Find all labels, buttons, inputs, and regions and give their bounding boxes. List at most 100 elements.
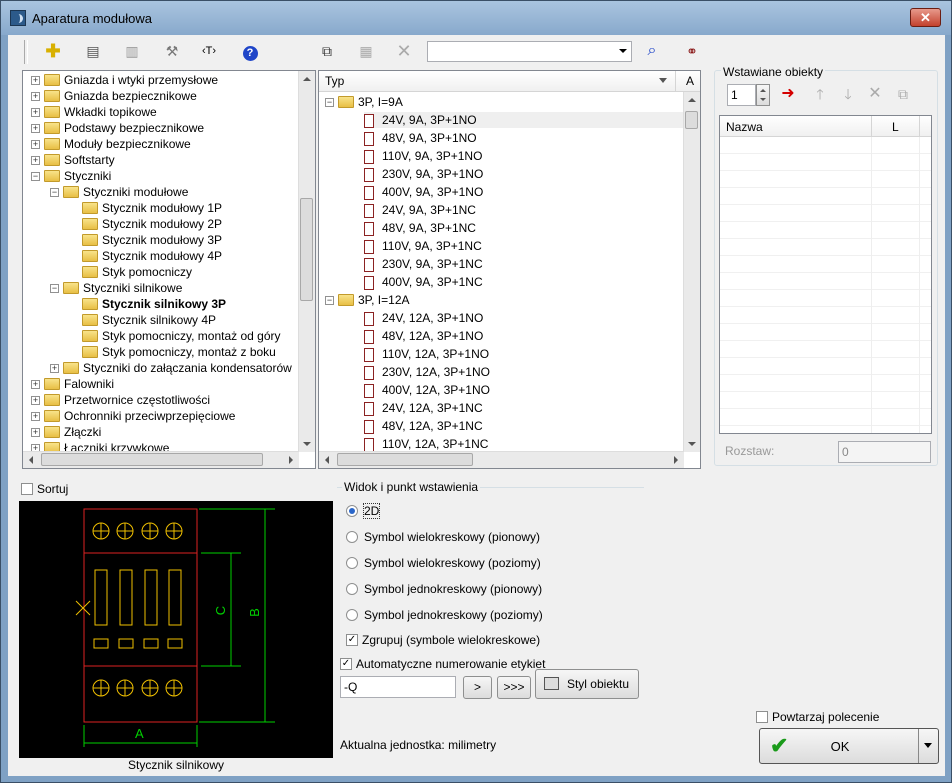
tree-item[interactable]: − Styczniki silnikowe <box>50 280 182 296</box>
view-option-radio[interactable]: 2D <box>346 503 381 519</box>
ok-button[interactable]: ✔ OK <box>759 728 939 764</box>
type-item[interactable]: 48V, 12A, 3P+1NC <box>364 418 483 434</box>
type-item[interactable]: 24V, 9A, 3P+1NO <box>364 112 684 128</box>
type-item[interactable]: 110V, 12A, 3P+1NO <box>364 346 489 362</box>
grid-row[interactable] <box>720 358 931 375</box>
tree-item[interactable]: + Softstarty <box>31 152 115 168</box>
grid-row[interactable] <box>720 222 931 239</box>
group-checkbox[interactable]: ✓ Zgrupuj (symbole wielokreskowe) <box>346 633 540 647</box>
autonum-checkbox-box[interactable]: ✓ <box>340 657 352 670</box>
spacing-input[interactable]: 0 <box>838 441 931 463</box>
tools-icon[interactable]: ⚒ <box>160 40 184 62</box>
inserted-objects-grid[interactable]: Nazwa L <box>719 115 932 434</box>
view-option-radio[interactable]: Symbol jednokreskowy (pionowy) <box>346 582 542 596</box>
grid-row[interactable] <box>720 409 931 426</box>
column-header-a[interactable]: A <box>681 71 700 92</box>
tree-item[interactable]: Stycznik modułowy 2P <box>69 216 222 232</box>
expand-icon[interactable]: + <box>31 124 40 134</box>
type-group[interactable]: − 3P, I=9A <box>325 94 403 110</box>
expand-icon[interactable]: + <box>31 92 40 102</box>
repeat-command-checkbox[interactable]: Powtarzaj polecenie <box>756 710 879 724</box>
copy-icon[interactable]: ⧉ <box>315 40 339 62</box>
label-prefix-input[interactable]: -Q <box>340 676 456 698</box>
grid-row[interactable] <box>720 324 931 341</box>
radio-button[interactable] <box>346 582 358 595</box>
collapse-icon[interactable]: − <box>325 98 334 108</box>
table-icon[interactable]: ▦ <box>354 40 378 62</box>
list-icon[interactable]: ▥ <box>120 40 144 62</box>
autonum-checkbox[interactable]: ✓ Automatyczne numerowanie etykiet <box>340 657 545 671</box>
list-hscroll-thumb[interactable] <box>337 453 473 466</box>
expand-icon[interactable]: + <box>31 76 40 86</box>
type-list[interactable]: Typ A − 3P, I=9A 24V, 9A, 3P+1NO 48V, 9A, 3… <box>318 70 701 469</box>
expand-icon[interactable]: + <box>31 428 40 438</box>
tree-item[interactable]: Stycznik silnikowy 4P <box>69 312 216 328</box>
group-checkbox-box[interactable]: ✓ <box>346 633 358 646</box>
expand-icon[interactable]: + <box>31 140 40 150</box>
chevron-down-icon[interactable] <box>619 49 627 53</box>
expand-icon[interactable]: + <box>31 108 40 118</box>
tree-hscrollbar[interactable] <box>23 451 299 468</box>
grid-col-l[interactable]: L <box>892 120 899 134</box>
tree-vscrollbar[interactable] <box>298 71 315 452</box>
title-bar[interactable]: Aparatura modułowa ✕ <box>1 1 951 35</box>
view-option-radio[interactable]: Symbol wielokreskowy (pionowy) <box>346 530 540 544</box>
tree-item[interactable]: + Podstawy bezpiecznikowe <box>31 120 204 136</box>
delete-icon[interactable]: ✕ <box>392 40 416 62</box>
properties-icon[interactable]: ▤ <box>81 40 105 62</box>
type-item[interactable]: 48V, 9A, 3P+1NO <box>364 130 477 146</box>
grid-row[interactable] <box>720 154 931 171</box>
collapse-icon[interactable]: − <box>50 188 59 198</box>
tree-item[interactable]: + Ochronniki przeciwprzepięciowe <box>31 408 235 424</box>
grid-row[interactable] <box>720 239 931 256</box>
type-item[interactable]: 230V, 12A, 3P+1NO <box>364 364 490 380</box>
type-item[interactable]: 110V, 12A, 3P+1NC <box>364 436 488 452</box>
help-icon[interactable]: ? <box>238 40 262 62</box>
count-spinner[interactable] <box>756 84 770 106</box>
tree-item[interactable]: Styk pomocniczy <box>69 264 192 280</box>
move-down-icon[interactable]: 🡓 <box>836 83 860 105</box>
close-button[interactable]: ✕ <box>910 8 941 27</box>
expand-icon[interactable]: + <box>31 380 40 390</box>
search-icon[interactable]: ⌕ <box>640 40 664 62</box>
tree-item[interactable]: + Przetwornice częstotliwości <box>31 392 210 408</box>
search-combo[interactable] <box>427 41 632 62</box>
binoculars-icon[interactable]: ⚭ <box>680 40 704 62</box>
type-item[interactable]: 230V, 9A, 3P+1NO <box>364 166 483 182</box>
sort-checkbox-box[interactable] <box>21 482 33 495</box>
next-number-button[interactable]: > <box>463 676 492 699</box>
radio-button[interactable] <box>346 608 358 621</box>
expand-icon[interactable]: + <box>50 364 59 374</box>
tree-item[interactable]: + Falowniki <box>31 376 114 392</box>
list-hscrollbar[interactable] <box>319 451 684 468</box>
expand-icon[interactable]: + <box>31 396 40 406</box>
radio-button[interactable] <box>346 556 358 569</box>
tree-item[interactable]: Styk pomocniczy, montaż od góry <box>69 328 281 344</box>
remove-icon[interactable]: ✕ <box>863 83 887 105</box>
grid-row[interactable] <box>720 341 931 358</box>
tree-item[interactable]: + Moduły bezpiecznikowe <box>31 136 191 152</box>
type-item[interactable]: 400V, 12A, 3P+1NO <box>364 382 490 398</box>
grid-row[interactable] <box>720 256 931 273</box>
grid-row[interactable] <box>720 307 931 324</box>
ok-dropdown-icon[interactable] <box>924 743 932 748</box>
view-option-radio[interactable]: Symbol jednokreskowy (poziomy) <box>346 608 543 622</box>
type-item[interactable]: 48V, 9A, 3P+1NC <box>364 220 476 236</box>
duplicate-icon[interactable]: ⧉ <box>891 83 915 105</box>
grid-row[interactable] <box>720 171 931 188</box>
radio-button[interactable] <box>346 504 358 517</box>
number-all-button[interactable]: >>> <box>497 676 531 699</box>
tree-item[interactable]: Stycznik silnikowy 3P <box>69 296 226 312</box>
move-up-icon[interactable]: 🡑 <box>808 83 832 105</box>
insert-arrow-icon[interactable]: ➜ <box>776 83 800 105</box>
grid-row[interactable] <box>720 273 931 290</box>
tree-vscroll-thumb[interactable] <box>300 198 313 301</box>
list-vscrollbar[interactable] <box>683 92 700 452</box>
tree-item[interactable]: Styk pomocniczy, montaż z boku <box>69 344 276 360</box>
tree-item[interactable]: + Wkładki topikowe <box>31 104 157 120</box>
category-tree[interactable]: + Gniazda i wtyki przemysłowe + Gniazda bez… <box>22 70 316 469</box>
tree-item[interactable]: + Gniazda i wtyki przemysłowe <box>31 72 218 88</box>
grid-row[interactable] <box>720 392 931 409</box>
type-item[interactable]: 24V, 12A, 3P+1NC <box>364 400 483 416</box>
sort-checkbox[interactable]: Sortuj <box>21 482 68 496</box>
